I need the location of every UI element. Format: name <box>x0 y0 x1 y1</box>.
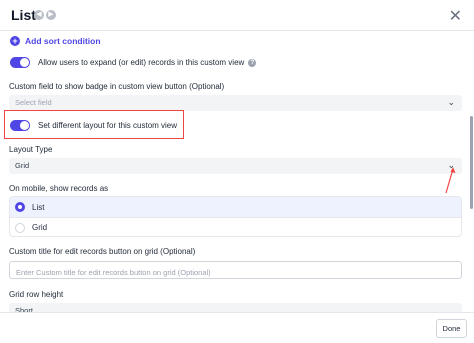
different-layout-setting: Set different layout for this custom vie… <box>10 120 177 131</box>
badge-field-label: Custom field to show badge in custom vie… <box>9 82 225 91</box>
info-icon[interactable]: ? <box>248 58 257 67</box>
radio-option-grid[interactable]: Grid <box>10 217 461 236</box>
radio-option-list[interactable]: List <box>10 197 461 217</box>
mobile-display-radio-group: List Grid <box>9 196 462 237</box>
list-settings-panel: List ◀ ▶ ✕ + Add sort condition Allow us… <box>0 0 474 343</box>
add-sort-condition-button[interactable]: + Add sort condition <box>10 34 101 48</box>
layout-type-value: Grid <box>15 161 30 170</box>
radio-label-grid: Grid <box>32 223 48 232</box>
scrollbar[interactable] <box>469 31 474 312</box>
annotation-arrow <box>445 167 456 194</box>
close-icon[interactable]: ✕ <box>449 6 462 26</box>
expand-records-setting: Allow users to expand (or edit) records … <box>10 57 257 68</box>
edit-title-input[interactable] <box>10 264 461 281</box>
edit-title-field[interactable] <box>9 261 462 281</box>
layout-type-label: Layout Type <box>9 145 53 154</box>
expand-records-toggle[interactable] <box>10 57 30 68</box>
panel-footer: Done <box>0 312 474 343</box>
right-chevron-circle-icon[interactable]: ▶ <box>46 10 56 20</box>
badge-field-placeholder: Select field <box>15 98 52 107</box>
edit-title-label: Custom title for edit records button on … <box>9 247 196 256</box>
radio-label-list: List <box>32 202 45 212</box>
done-button[interactable]: Done <box>436 319 467 338</box>
left-chevron-circle-icon[interactable]: ◀ <box>34 10 44 20</box>
mobile-display-label: On mobile, show records as <box>9 184 109 193</box>
badge-field-select[interactable]: Select field ⌄ <box>9 95 462 111</box>
expand-records-label: Allow users to expand (or edit) records … <box>38 58 245 67</box>
add-sort-condition-label: Add sort condition <box>25 36 101 46</box>
different-layout-toggle[interactable] <box>10 120 30 131</box>
panel-title: List <box>11 7 36 23</box>
different-layout-label: Set different layout for this custom vie… <box>38 121 178 130</box>
chevron-down-icon: ⌄ <box>447 97 455 107</box>
grid-row-height-label: Grid row height <box>9 290 64 299</box>
panel-header: List ◀ ▶ ✕ <box>0 0 474 31</box>
plus-circle-icon: + <box>10 36 20 46</box>
layout-type-select[interactable]: Grid ⌄ <box>9 158 462 174</box>
radio-button-grid[interactable] <box>15 222 25 233</box>
radio-button-list[interactable] <box>15 202 25 212</box>
scrollbar-thumb[interactable] <box>470 116 473 209</box>
